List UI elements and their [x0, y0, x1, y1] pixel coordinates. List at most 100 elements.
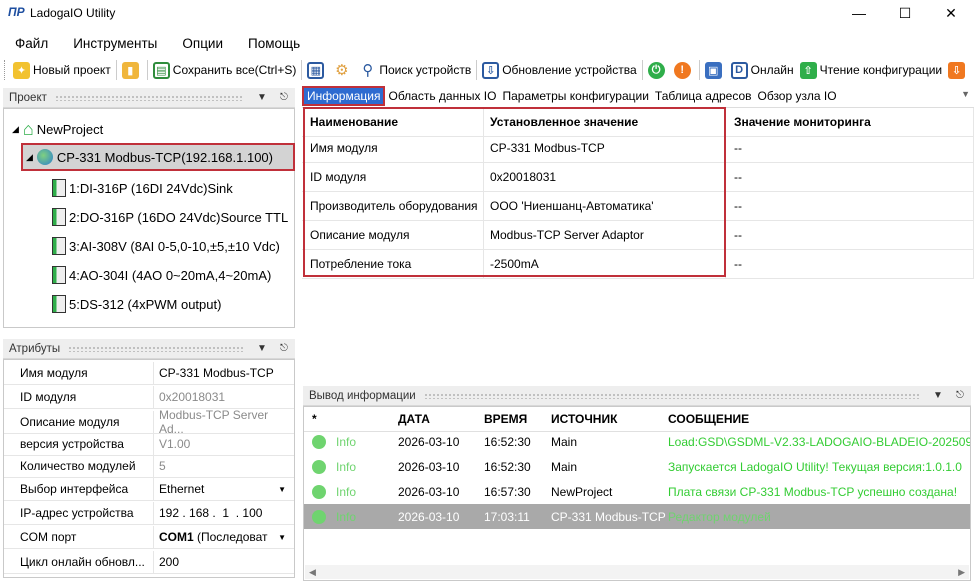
log-row-selected[interactable]: Info 2026-03-10 17:03:11 CP-331 Modbus-T… — [304, 504, 970, 529]
menu-bar: Файл Инструменты Опции Помощь — [0, 32, 310, 54]
dropdown-arrow-icon[interactable]: ▼ — [927, 390, 949, 401]
config-table-button[interactable]: ▦ — [304, 59, 330, 81]
attr-row: COM порт COM1 (Последоват ▼ — [4, 526, 294, 549]
interface-select[interactable]: Ethernet ▼ — [154, 478, 294, 500]
tab-config-params[interactable]: Параметры конфигурации — [499, 86, 651, 106]
tab-io-data[interactable]: Область данных IO — [385, 86, 499, 106]
save-all-button[interactable]: ▤ Сохранить все(Ctrl+S) — [150, 59, 300, 81]
output-panel-header: Вывод информации ▼ ⎋ — [303, 386, 971, 406]
window-controls: — ☐ ✕ — [836, 0, 974, 26]
toolbar-separator — [698, 60, 700, 80]
tab-information[interactable]: Информация — [302, 86, 386, 106]
menu-file[interactable]: Файл — [15, 36, 48, 51]
tree-module[interactable]: 1:DI-316P (16DI 24Vdc)Sink — [52, 179, 233, 197]
attr-row: Количество модулей 5 — [4, 455, 294, 478]
toolbar-separator — [641, 60, 643, 80]
dropdown-arrow-icon[interactable]: ▼ — [251, 92, 273, 103]
menu-tools[interactable]: Инструменты — [73, 36, 157, 51]
toolbar: ✦ Новый проект ▮ ▤ Сохранить все(Ctrl+S)… — [0, 57, 974, 83]
tab-overflow-icon[interactable]: ▼ — [961, 89, 970, 99]
attr-row: ID модуля 0x20018031 — [4, 386, 294, 409]
folder-icon: ▮ — [121, 61, 139, 79]
upload-icon: ⇧ — [799, 61, 817, 79]
attr-row: Выбор интерфейса Ethernet ▼ — [4, 478, 294, 501]
module-icon — [52, 208, 66, 226]
warning-icon: ! — [673, 61, 691, 79]
pin-icon[interactable]: ⎋ — [273, 343, 295, 354]
connect-button[interactable]: ⏻ — [645, 59, 671, 81]
toolbar-grip — [4, 60, 7, 80]
chevron-down-icon[interactable]: ▼ — [278, 485, 286, 494]
tab-io-overview[interactable]: Обзор узла IO — [755, 86, 840, 106]
horizontal-scrollbar[interactable]: ◀ ▶ — [305, 565, 969, 579]
attr-row: версия устройства V1.00 — [4, 433, 294, 456]
minimize-icon[interactable]: — — [836, 0, 882, 26]
info-status-icon — [312, 509, 326, 524]
scroll-right-icon[interactable]: ▶ — [958, 567, 965, 578]
menu-help[interactable]: Помощь — [248, 36, 300, 51]
chevron-down-icon[interactable]: ▼ — [278, 533, 286, 542]
project-panel-header: Проект ▼ ⎋ — [3, 88, 295, 108]
next-toolbar-button[interactable]: ⇩ — [945, 59, 971, 81]
home-icon: ⌂ — [22, 119, 34, 139]
attr-row: IP-адрес устройства 192 . 168 . 1 . 100 — [4, 502, 294, 525]
globe-icon — [36, 149, 53, 165]
tree-module[interactable]: 2:DO-316P (16DO 24Vdc)Source TTL — [52, 208, 288, 226]
attr-row: Цикл онлайн обновл... 200 — [4, 551, 294, 574]
title-bar: ΠΡ LadogaIO Utility — ☐ ✕ — [0, 0, 974, 26]
search-devices-button[interactable]: ⚲ Поиск устройств — [356, 59, 474, 81]
attributes-panel-header: Атрибуты ▼ ⎋ — [3, 339, 295, 359]
log-row[interactable]: Info 2026-03-10 16:52:30 Main Load:GSD\G… — [304, 429, 970, 454]
tree-module[interactable]: 5:DS-312 (4xPWM output) — [52, 295, 221, 313]
open-folder-button[interactable]: ▮ — [119, 59, 145, 81]
log-row[interactable]: Info 2026-03-10 16:52:30 Main Запускаетс… — [304, 454, 970, 479]
update-device-button[interactable]: ⇩ Обновление устройства — [479, 59, 639, 81]
write-icon: ⇩ — [948, 61, 966, 79]
toolbar-separator — [301, 60, 303, 80]
attr-row: Имя модуля CP-331 Modbus-TCP — [4, 362, 294, 385]
close-icon[interactable]: ✕ — [928, 0, 974, 26]
module-icon — [52, 266, 66, 284]
project-tree: ◢ ⌂ NewProject ◢ CP-331 Modbus-TCP(192.1… — [3, 108, 295, 328]
save-icon: ▤ — [152, 61, 170, 79]
menu-options[interactable]: Опции — [182, 36, 223, 51]
tree-device[interactable]: ◢ CP-331 Modbus-TCP(192.168.1.100) — [26, 149, 273, 165]
tree-module[interactable]: 4:AO-304I (4AO 0~20mA,4~20mA) — [52, 266, 271, 284]
collapse-arrow-icon[interactable]: ◢ — [26, 152, 33, 163]
tree-module[interactable]: 3:AI-308V (8AI 0-5,0-10,±5,±10 Vdc) — [52, 237, 280, 255]
toolbar-separator — [146, 60, 148, 80]
search-icon: ⚲ — [359, 61, 377, 79]
modules-button[interactable]: ▣ — [702, 59, 728, 81]
dropdown-arrow-icon[interactable]: ▼ — [251, 343, 273, 354]
panel-grip[interactable] — [423, 392, 919, 399]
panel-grip[interactable] — [54, 94, 243, 101]
table-icon: ▦ — [307, 61, 325, 79]
monitor-icon: D — [730, 61, 748, 79]
panel-grip[interactable] — [68, 345, 243, 352]
download-icon: ⇩ — [482, 61, 500, 79]
tree-root[interactable]: ◢ ⌂ NewProject — [12, 119, 103, 140]
attr-row: Описание модуля Modbus-TCP Server Ad... — [4, 408, 294, 436]
ip-address-field[interactable]: 192 . 168 . 1 . 100 — [154, 502, 294, 524]
alert-button[interactable]: ! — [671, 59, 697, 81]
com-port-select[interactable]: COM1 (Последоват ▼ — [154, 526, 294, 548]
gear-icon: ⚙ — [333, 61, 351, 79]
window-title: LadogaIO Utility — [30, 6, 116, 20]
new-project-button[interactable]: ✦ Новый проект — [10, 59, 114, 81]
attributes-grid: Имя модуля CP-331 Modbus-TCP ID модуля 0… — [3, 359, 295, 578]
module-icon — [52, 179, 66, 197]
pin-icon[interactable]: ⎋ — [273, 92, 295, 103]
scroll-left-icon[interactable]: ◀ — [309, 567, 316, 578]
toolbar-separator — [476, 60, 478, 80]
tab-bar: Информация Область данных IO Параметры к… — [302, 86, 974, 106]
info-status-icon — [312, 434, 326, 449]
settings-button[interactable]: ⚙ — [330, 59, 356, 81]
log-row[interactable]: Info 2026-03-10 16:57:30 NewProject Плат… — [304, 479, 970, 504]
read-config-button[interactable]: ⇧ Чтение конфигурации — [797, 59, 946, 81]
online-button[interactable]: D Онлайн — [728, 59, 797, 81]
app-logo-icon: ΠΡ — [8, 5, 25, 19]
maximize-icon[interactable]: ☐ — [882, 0, 928, 26]
collapse-arrow-icon[interactable]: ◢ — [12, 124, 19, 135]
tab-address-table[interactable]: Таблица адресов — [652, 86, 755, 106]
pin-icon[interactable]: ⎋ — [949, 390, 971, 401]
